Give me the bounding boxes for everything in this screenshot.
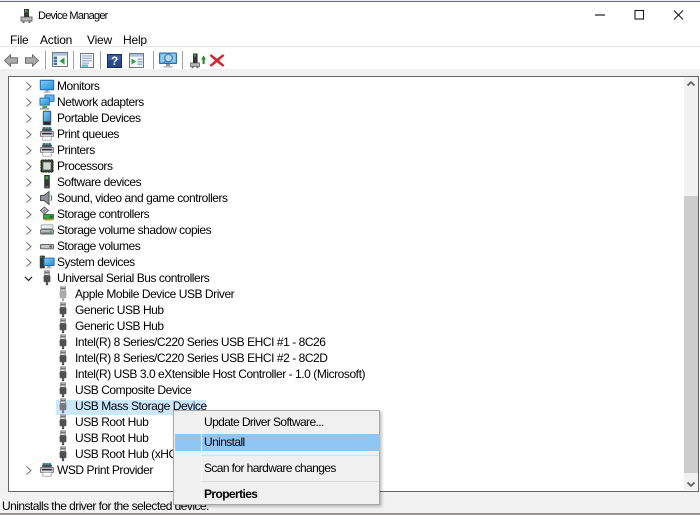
svg-text:?: ? [111,56,118,68]
